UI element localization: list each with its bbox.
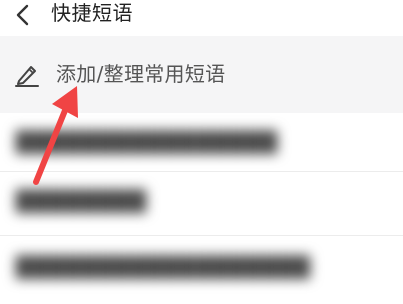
back-button[interactable] [8, 0, 38, 30]
phrase-text: ██████████████████ [16, 255, 311, 279]
chevron-left-icon [16, 4, 29, 26]
add-organize-label: 添加/整理常用短语 [56, 62, 226, 86]
header-bar: 快捷短语 [0, 0, 403, 36]
phrase-text: ████████████████ [16, 130, 279, 154]
phrase-list-item[interactable]: ████████ [0, 172, 403, 230]
add-organize-phrases-button[interactable]: 添加/整理常用短语 [0, 36, 403, 113]
phrase-text: ████████ [16, 189, 148, 213]
pencil-edit-icon [15, 66, 39, 87]
phrase-list-item[interactable]: ██████████████████ [0, 236, 403, 304]
page-title: 快捷短语 [51, 1, 133, 25]
phrase-list-item[interactable]: ████████████████ [0, 113, 403, 171]
